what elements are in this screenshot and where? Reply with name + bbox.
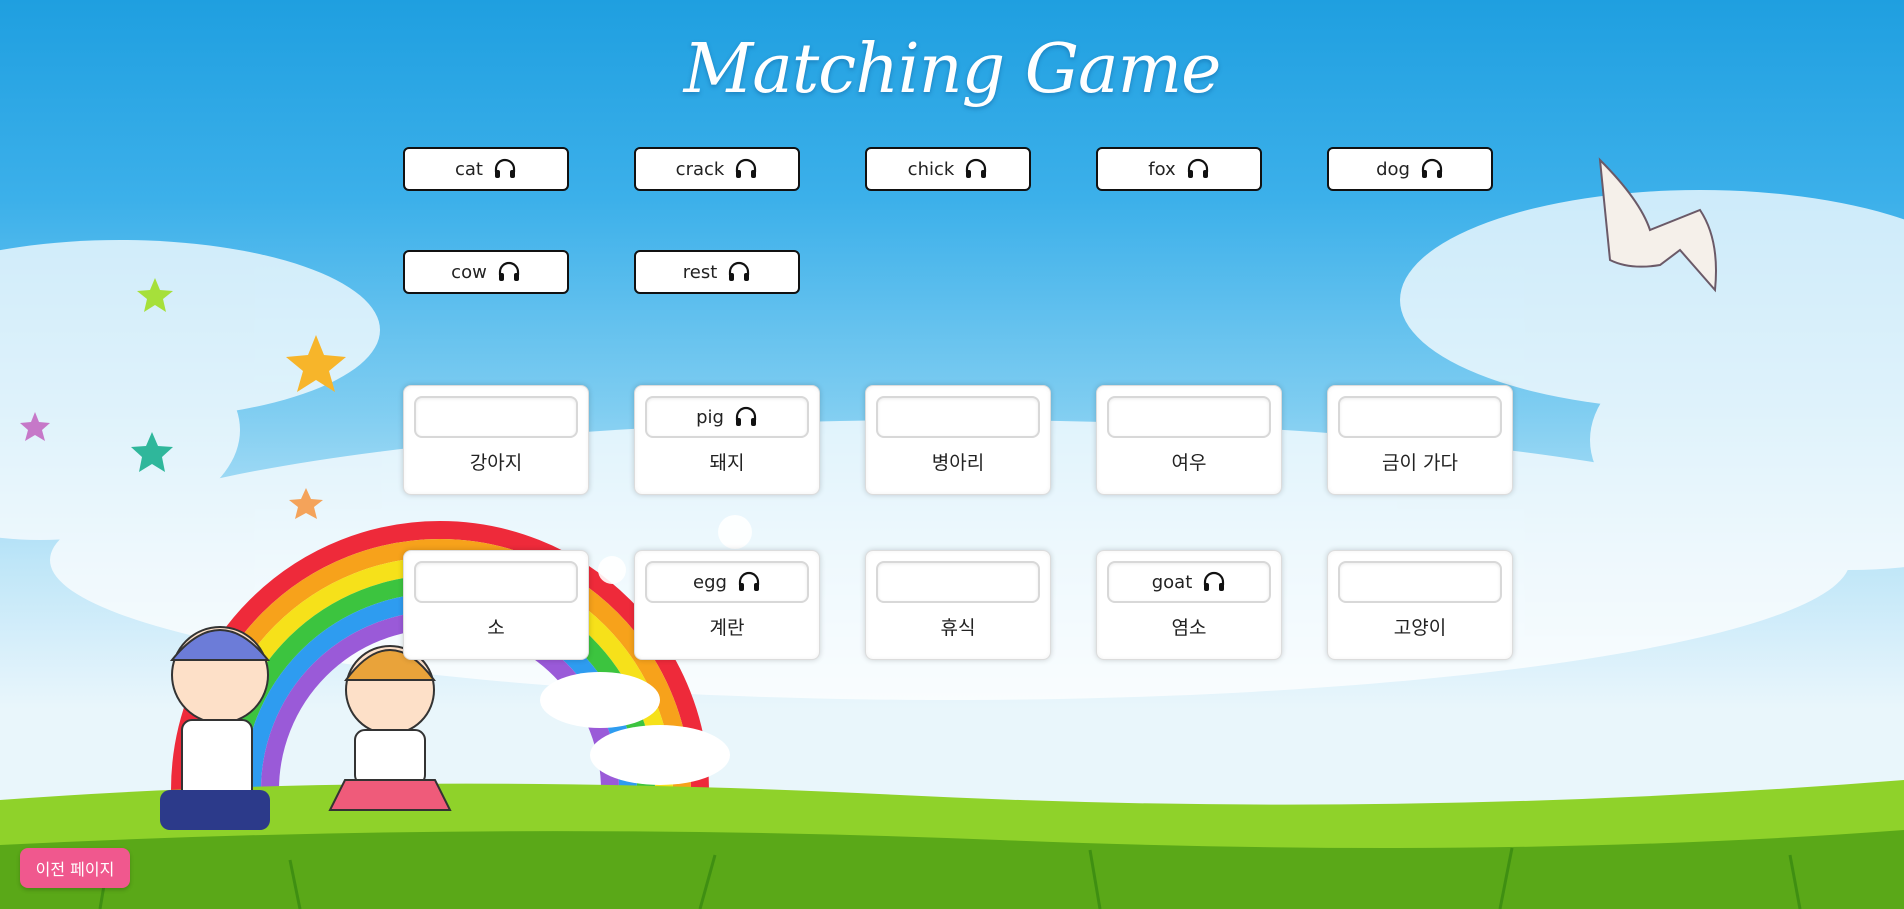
word-card-fox[interactable]: fox bbox=[1096, 147, 1262, 191]
word-card-cat[interactable]: cat bbox=[403, 147, 569, 191]
word-card-chick[interactable]: chick bbox=[865, 147, 1031, 191]
placed-word[interactable]: egg bbox=[693, 572, 727, 593]
word-label: fox bbox=[1148, 158, 1176, 180]
headphones-icon[interactable] bbox=[1186, 158, 1210, 180]
word-card-crack[interactable]: crack bbox=[634, 147, 800, 191]
meaning-card-rest[interactable]: 휴식 bbox=[865, 550, 1051, 660]
meaning-label: 휴식 bbox=[940, 617, 976, 639]
placed-word[interactable]: goat bbox=[1152, 572, 1193, 593]
drop-slot[interactable] bbox=[1338, 396, 1502, 438]
drop-slot[interactable] bbox=[876, 396, 1040, 438]
meaning-label: 강아지 bbox=[469, 452, 523, 474]
meaning-label: 계란 bbox=[709, 617, 745, 639]
word-label: chick bbox=[907, 158, 955, 180]
meaning-label: 금이 가다 bbox=[1382, 452, 1458, 474]
meaning-card-egg[interactable]: egg 계란 bbox=[634, 550, 820, 660]
meaning-card-goat[interactable]: goat 염소 bbox=[1096, 550, 1282, 660]
drop-slot[interactable]: pig bbox=[645, 396, 809, 438]
drop-slot[interactable]: egg bbox=[645, 561, 809, 603]
headphones-icon[interactable] bbox=[734, 406, 758, 428]
word-label: cat bbox=[455, 158, 483, 180]
meaning-label: 염소 bbox=[1171, 617, 1207, 639]
headphones-icon[interactable] bbox=[737, 571, 761, 593]
placed-word[interactable]: pig bbox=[696, 407, 724, 428]
drop-slot[interactable] bbox=[876, 561, 1040, 603]
word-card-rest[interactable]: rest bbox=[634, 250, 800, 294]
word-card-cow[interactable]: cow bbox=[403, 250, 569, 294]
word-card-dog[interactable]: dog bbox=[1327, 147, 1493, 191]
headphones-icon[interactable] bbox=[1202, 571, 1226, 593]
headphones-icon[interactable] bbox=[497, 261, 521, 283]
headphones-icon[interactable] bbox=[493, 158, 517, 180]
meaning-label: 소 bbox=[487, 617, 505, 639]
meaning-label: 돼지 bbox=[709, 452, 745, 474]
meaning-label: 고양이 bbox=[1393, 617, 1447, 639]
drop-slot[interactable]: goat bbox=[1107, 561, 1271, 603]
word-label: crack bbox=[675, 158, 725, 180]
word-label: dog bbox=[1376, 158, 1410, 180]
meaning-card-puppy[interactable]: 강아지 bbox=[403, 385, 589, 495]
drop-slot[interactable] bbox=[1107, 396, 1271, 438]
headphones-icon[interactable] bbox=[734, 158, 758, 180]
drop-slot[interactable] bbox=[1338, 561, 1502, 603]
drop-slot[interactable] bbox=[414, 561, 578, 603]
headphones-icon[interactable] bbox=[964, 158, 988, 180]
page-title: Matching Game bbox=[683, 30, 1222, 109]
meaning-card-cow[interactable]: 소 bbox=[403, 550, 589, 660]
meaning-card-pig[interactable]: pig 돼지 bbox=[634, 385, 820, 495]
meaning-card-chick[interactable]: 병아리 bbox=[865, 385, 1051, 495]
meaning-label: 여우 bbox=[1171, 452, 1207, 474]
meaning-label: 병아리 bbox=[931, 452, 985, 474]
meaning-card-cat[interactable]: 고양이 bbox=[1327, 550, 1513, 660]
previous-page-button[interactable]: 이전 페이지 bbox=[20, 848, 130, 888]
meaning-card-crack[interactable]: 금이 가다 bbox=[1327, 385, 1513, 495]
word-label: rest bbox=[682, 261, 718, 283]
headphones-icon[interactable] bbox=[727, 261, 751, 283]
word-label: cow bbox=[451, 261, 487, 283]
headphones-icon[interactable] bbox=[1420, 158, 1444, 180]
drop-slot[interactable] bbox=[414, 396, 578, 438]
meaning-card-fox[interactable]: 여우 bbox=[1096, 385, 1282, 495]
